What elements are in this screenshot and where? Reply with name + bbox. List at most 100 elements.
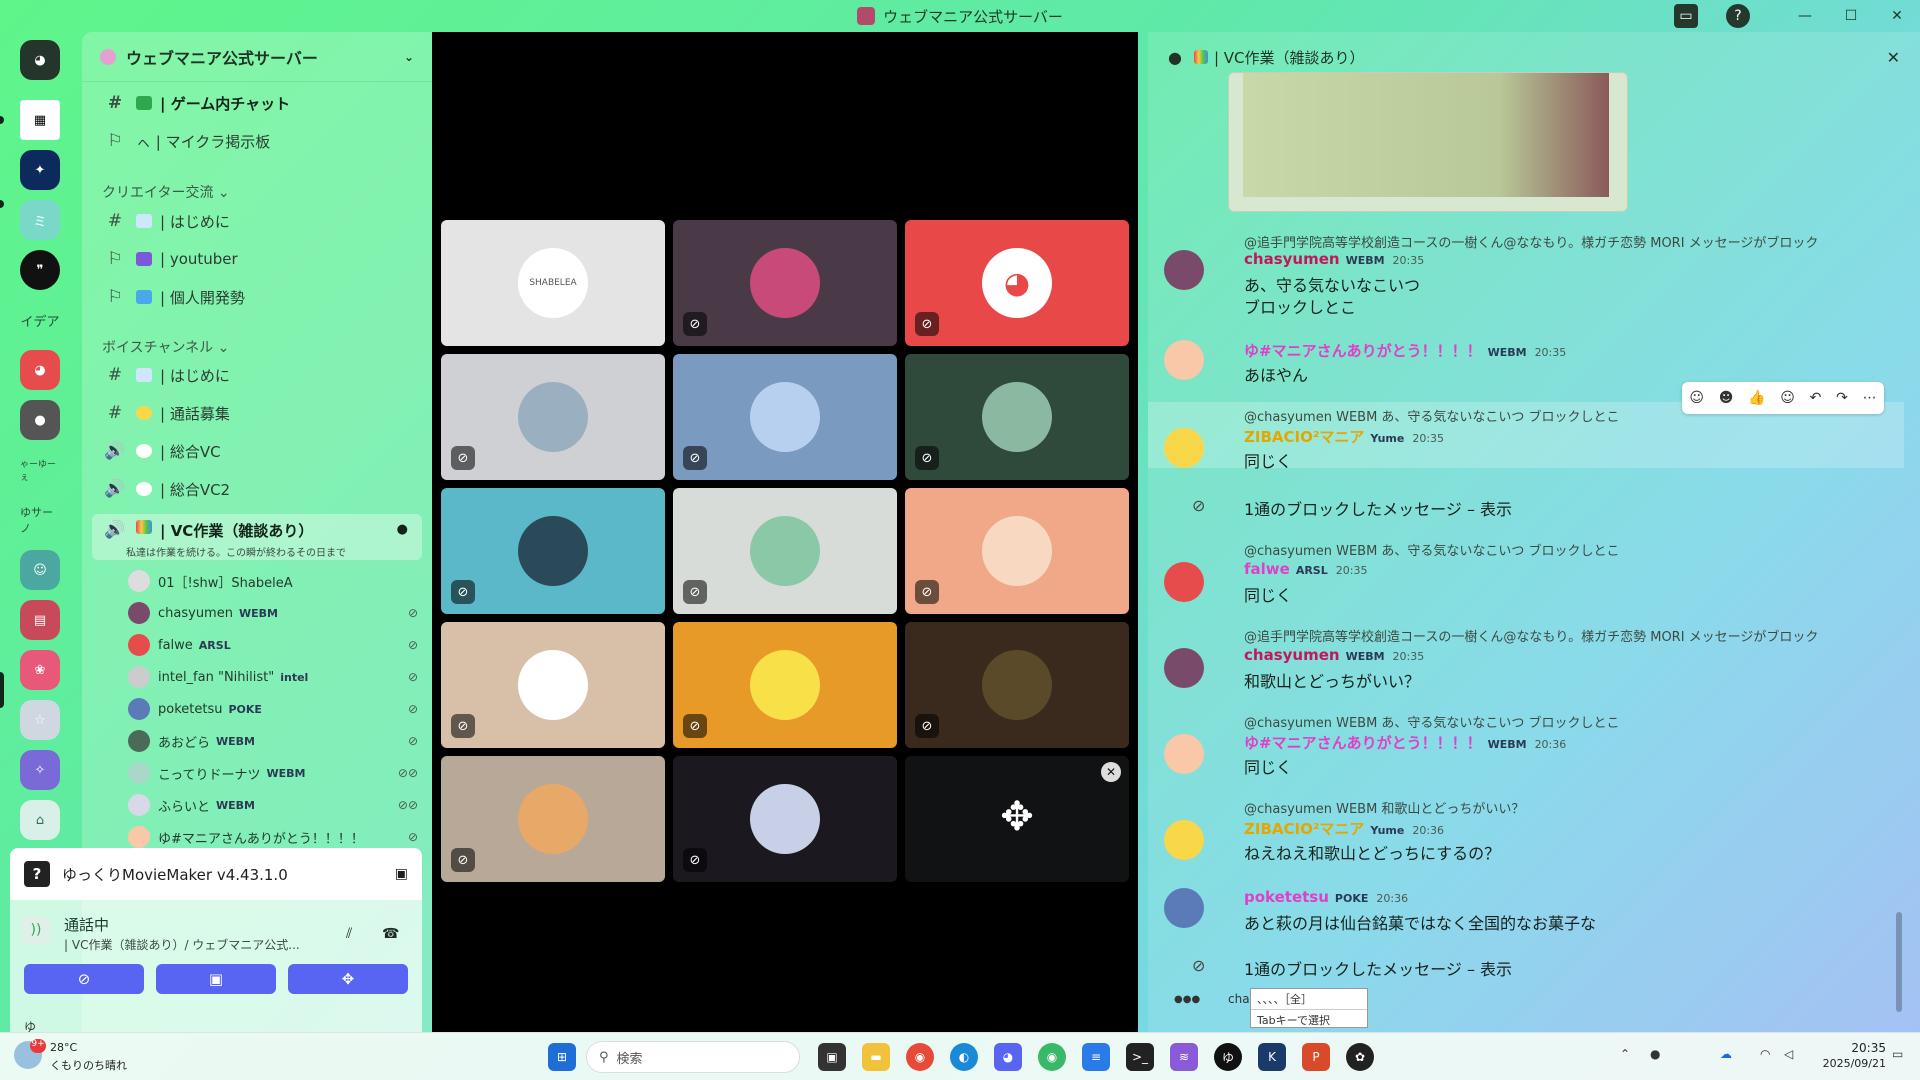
edge-icon[interactable]: ◐ <box>950 1043 978 1071</box>
video-tile[interactable]: ⊘ <box>673 354 897 480</box>
vc-member[interactable]: chasyumen WEBM ⊘ <box>128 598 428 628</box>
chevron-down-icon[interactable]: ⌄ <box>404 50 414 64</box>
task-view-icon[interactable]: ▣ <box>818 1043 846 1071</box>
chat-message[interactable]: @chasyumen WEBM あ、守る気ないなこいつ ブロックしとこ ZIBA… <box>1164 406 1904 471</box>
minimize-button[interactable]: — <box>1782 8 1828 24</box>
chrome-profile-icon[interactable]: ◉ <box>1038 1043 1066 1071</box>
video-tile[interactable]: ⊘ <box>905 488 1129 614</box>
screen-share-button[interactable]: ▣ <box>156 964 276 994</box>
channel-indie-dev[interactable]: ⚐ | 個人開発勢 <box>92 280 422 314</box>
video-tile[interactable]: ⊘ <box>673 622 897 748</box>
video-tile[interactable]: SHABELEA <box>441 220 665 346</box>
reply-preview[interactable]: @chasyumen WEBM あ、守る気ないなこいつ ブロックしとこ <box>1244 406 1620 425</box>
chat-message[interactable]: @追手門学院高等学校創造コースの一樹くん@ななもり。様ガチ恋勢 MORI メッセ… <box>1164 626 1904 691</box>
message-author[interactable]: chasyumen WEBM 20:35 <box>1244 646 1424 664</box>
blocked-message[interactable]: ⊘ 1通のブロックしたメッセージ – 表示 <box>1164 496 1904 520</box>
chrome-icon[interactable]: ◉ <box>906 1043 934 1071</box>
category-creator[interactable]: クリエイター交流 ⌄ <box>102 182 230 202</box>
channel-voice-intro[interactable]: # | はじめに <box>92 358 422 392</box>
app-icon-dark[interactable]: ゆ <box>1214 1043 1242 1071</box>
channel-call-recruit[interactable]: # | 通話募集 <box>92 396 422 430</box>
reply-icon[interactable]: ↶ <box>1810 390 1822 406</box>
chat-message[interactable]: @追手門学院高等学校創造コースの一樹くん@ななもり。様ガチ恋勢 MORI メッセ… <box>1164 232 1904 317</box>
message-author[interactable]: ゆ#マニアさんありがとう！！！！ WEBM 20:35 <box>1244 340 1566 361</box>
mic-tray-icon[interactable]: ● <box>1650 1047 1660 1061</box>
add-reaction-icon[interactable]: ☺ <box>1780 390 1795 406</box>
video-tile[interactable]: ⊘ <box>441 354 665 480</box>
notification-icon[interactable]: ▭ <box>1892 1047 1903 1061</box>
channel-youtuber[interactable]: ⚐ | youtuber <box>92 242 422 276</box>
server-blue-icon[interactable]: ✦ <box>20 150 60 190</box>
reply-preview[interactable]: @chasyumen WEBM あ、守る気ないなこいつ ブロックしとこ <box>1244 712 1620 731</box>
guild-header[interactable]: ウェブマニア公式サーバー ⌄ <box>82 32 432 82</box>
reaction-1-icon[interactable]: ☺ <box>1689 390 1704 406</box>
wifi-icon[interactable]: ◠ <box>1760 1047 1770 1061</box>
close-window-button[interactable]: ✕ <box>1874 8 1920 24</box>
qr-server-icon[interactable]: ▦ <box>20 100 60 140</box>
powerpoint-icon[interactable]: P <box>1302 1043 1330 1071</box>
chatgpt-icon[interactable]: ✿ <box>1346 1043 1374 1071</box>
discord-home-icon[interactable]: ◕ <box>20 40 60 80</box>
voice-channel[interactable]: | VC作業（雑談あり）/ ウェブマニア公式... <box>64 936 300 953</box>
camera-off-button[interactable]: ⊘ <box>24 964 144 994</box>
vc-member[interactable]: こってりドーナツ WEBM ⊘⊘ <box>128 758 428 788</box>
reply-preview[interactable]: @追手門学院高等学校創造コースの一樹くん@ななもり。様ガチ恋勢 MORI メッセ… <box>1244 232 1818 251</box>
signal-icon[interactable]: )) <box>22 916 50 944</box>
chat-message[interactable]: @chasyumen WEBM あ、守る気ないなこいつ ブロックしとこ ゆ#マニ… <box>1164 712 1904 777</box>
chat-message[interactable]: @chasyumen WEBM 和歌山とどっちがいい？ ZIBACIO²マニア Y… <box>1164 798 1904 863</box>
video-tile[interactable]: ⊘ <box>905 622 1129 748</box>
channel-vc-work-active[interactable]: 🔊 | VC作業（雑談あり） ● 私達は作業を続ける。この瞬が終わるその日まで <box>92 514 422 560</box>
server-avatar-icon[interactable]: ● <box>20 400 60 440</box>
maximize-button[interactable]: ☐ <box>1828 8 1874 24</box>
help-icon[interactable]: ? <box>1726 4 1750 28</box>
vc-member[interactable]: intel_fan "Nihilist" intel ⊘ <box>128 662 428 692</box>
video-tile[interactable]: ⊘ <box>673 756 897 882</box>
video-tile[interactable]: ⊘ <box>441 488 665 614</box>
discord-taskbar-icon[interactable]: ◕ <box>994 1043 1022 1071</box>
notepad-icon[interactable]: ≡ <box>1082 1043 1110 1071</box>
chat-message[interactable]: poketetsu POKE 20:36 あと萩の月は仙台銘菓ではなく全国的なお菓子… <box>1164 888 1904 938</box>
category-voice[interactable]: ボイスチャンネル ⌄ <box>102 337 229 357</box>
server-white-icon[interactable]: ☆ <box>20 700 60 740</box>
app-icon-k[interactable]: K <box>1258 1043 1286 1071</box>
server-collage-icon[interactable]: ▤ <box>20 600 60 640</box>
blocked-text[interactable]: 1通のブロックしたメッセージ – 表示 <box>1244 496 1512 520</box>
vc-member[interactable]: あおどら WEBM ⊘ <box>128 726 428 756</box>
video-tile[interactable]: ⊘ <box>673 488 897 614</box>
thumbs-up-icon[interactable]: 👍 <box>1748 390 1765 406</box>
video-tile[interactable]: ⊘ <box>673 220 897 346</box>
blocked-message[interactable]: ⊘ 1通のブロックしたメッセージ – 表示 <box>1164 956 1904 980</box>
vc-member[interactable]: ふらいと WEBM ⊘⊘ <box>128 790 428 820</box>
reply-preview[interactable]: @chasyumen WEBM あ、守る気ないなこいつ ブロックしとこ <box>1244 540 1620 559</box>
server-yu-icon[interactable]: ゃーゆーぇ <box>20 450 60 490</box>
close-icon[interactable]: ✕ <box>1101 762 1121 782</box>
server-quote-icon[interactable]: ❞ <box>20 250 60 290</box>
channel-game-chat[interactable]: # | ゲーム内チャット <box>92 86 422 120</box>
chat-scrollbar[interactable] <box>1896 912 1902 1012</box>
stack-app-icon[interactable]: ≋ <box>1170 1043 1198 1071</box>
blocked-text[interactable]: 1通のブロックしたメッセージ – 表示 <box>1244 956 1512 980</box>
activity-card[interactable]: ? ゆっくりMovieMaker v4.43.1.0 ▣ <box>10 848 422 900</box>
search-box[interactable]: ⚲ 検索 <box>586 1041 800 1073</box>
message-author[interactable]: ZIBACIO²マニア Yume 20:36 <box>1244 818 1444 839</box>
onedrive-icon[interactable]: ☁ <box>1720 1047 1732 1061</box>
terminal-icon[interactable]: >_ <box>1126 1043 1154 1071</box>
vc-member[interactable]: poketetsu POKE ⊘ <box>128 694 428 724</box>
chat-bubble-icon[interactable]: ● <box>397 522 408 537</box>
close-chat-button[interactable]: ✕ <box>1887 48 1900 67</box>
server-yus-icon[interactable]: ゆサーノ <box>20 500 60 540</box>
noise-suppression-icon[interactable]: ⫽ <box>346 926 352 942</box>
server-miku-icon[interactable]: ミ <box>20 200 60 240</box>
server-idea-icon[interactable]: イデア <box>20 300 60 340</box>
message-author[interactable]: ZIBACIO²マニア Yume 20:35 <box>1244 426 1444 447</box>
activity-tile[interactable]: ✥ ✕ <box>905 756 1129 882</box>
video-tile[interactable]: ◕ ⊘ <box>905 220 1129 346</box>
server-discord-red-icon[interactable]: ◕ <box>20 350 60 390</box>
server-character-icon[interactable]: ☺ <box>20 550 60 590</box>
activity-button[interactable]: ✥ <box>288 964 408 994</box>
message-author[interactable]: falwe ARSL 20:35 <box>1244 560 1367 578</box>
file-explorer-icon[interactable]: ▬ <box>862 1043 890 1071</box>
message-author[interactable]: ゆ#マニアさんありがとう！！！！ WEBM 20:36 <box>1244 732 1566 753</box>
disconnect-icon[interactable]: ☎ <box>382 926 399 942</box>
server-cake-icon[interactable]: ⌂ <box>20 800 60 840</box>
